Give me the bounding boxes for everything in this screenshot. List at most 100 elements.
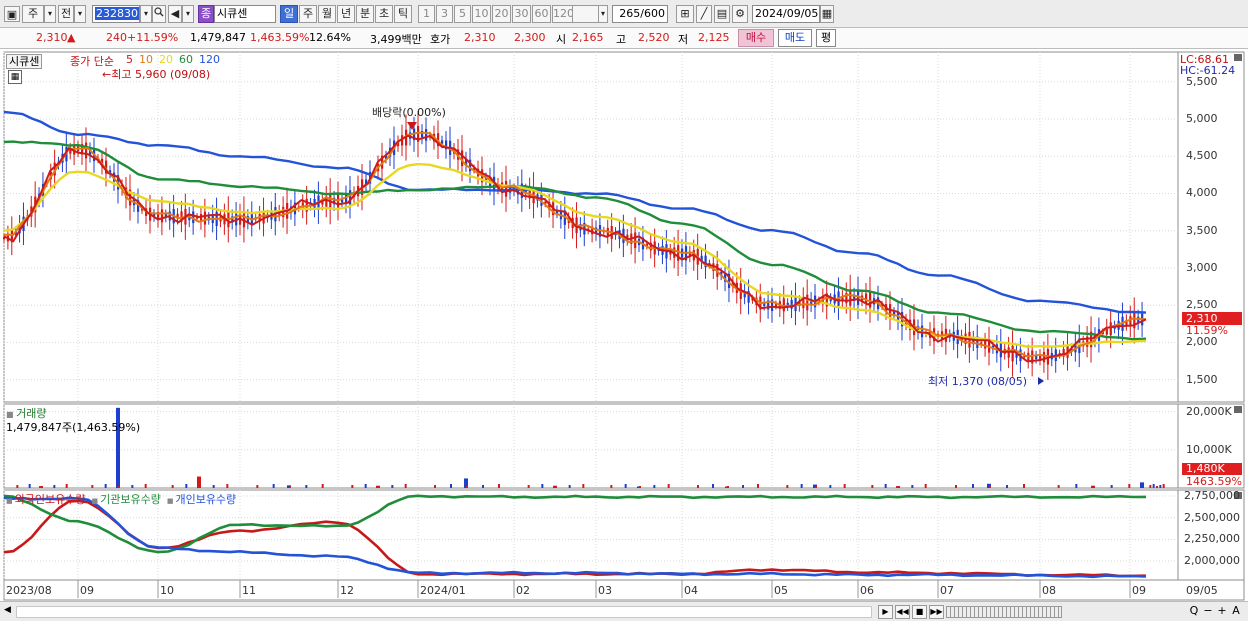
volume-bar: [712, 484, 714, 488]
legend-marker: ■: [91, 497, 99, 505]
ma-legend-item: 5: [126, 53, 133, 66]
volume-note: 1,479,847주(1,463.59%): [6, 421, 141, 434]
volume-bar: [884, 484, 887, 488]
panel-close-icon[interactable]: [1234, 406, 1242, 413]
volume-bar: [924, 484, 927, 488]
volume-bar: [1075, 484, 1078, 488]
volume-bar: [667, 484, 670, 488]
min-price-note: 최저 1,370 (08/05): [928, 375, 1028, 388]
x-axis-label: 03: [598, 584, 612, 597]
candle-body: [85, 142, 88, 159]
volume-bar: [53, 485, 56, 488]
zoom-control-button[interactable]: +: [1216, 604, 1228, 619]
ma-legend-item: 120: [199, 53, 220, 66]
volume-bar: [815, 486, 817, 488]
zoom-control-button[interactable]: Q: [1188, 604, 1200, 619]
price-tick-label: 3,500: [1186, 223, 1218, 237]
holding-legend: ■ 외국인보유수량 ■ 기관보유수량 ■ 개인보유수량: [6, 491, 242, 507]
scroll-left-icon[interactable]: ◀: [4, 605, 14, 619]
scroll-control-button[interactable]: ▶▶: [929, 605, 944, 619]
candle-body: [782, 298, 785, 312]
volume-bar: [498, 484, 500, 488]
candle-body: [857, 290, 860, 305]
table-icon[interactable]: ▦: [8, 70, 22, 84]
legend-marker: ■: [166, 497, 174, 505]
volume-bar: [144, 484, 147, 488]
x-axis-label: 10: [160, 584, 174, 597]
volume-bar: [226, 484, 229, 488]
scroll-control-button[interactable]: ◀◀: [895, 605, 910, 619]
candle-body: [806, 294, 809, 311]
volume-bar: [757, 484, 759, 488]
legend-marker: ■: [6, 497, 13, 505]
x-axis-label: 2023/08: [6, 584, 52, 597]
volume-bar: [871, 485, 874, 488]
volume-bar: [1006, 485, 1008, 488]
volume-bar: [434, 485, 436, 488]
x-axis-label: 02: [516, 584, 530, 597]
volume-bar: [1149, 485, 1152, 488]
volume-bar: [41, 486, 43, 488]
volume-bar: [989, 486, 991, 488]
holding-legend-item: 기관보유수량: [100, 493, 161, 506]
max-price-note: ←최고 5,960 (09/08): [102, 68, 211, 81]
candle-body: [790, 299, 793, 309]
volume-bar: [1023, 484, 1025, 488]
candle-body: [869, 291, 872, 308]
x-axis-label: 08: [1042, 584, 1056, 597]
zoom-control-button[interactable]: A: [1230, 604, 1242, 619]
price-tick-label: 2,500: [1186, 298, 1218, 312]
volume-bar: [65, 484, 68, 488]
volume-bar: [378, 486, 380, 488]
volume-bar: [28, 484, 31, 488]
scroll-track[interactable]: [16, 606, 872, 618]
volume-bar: [91, 485, 94, 488]
ma-legend: 5 10 20 60 120: [126, 53, 226, 66]
ma-legend-item: 10: [139, 53, 153, 66]
volume-bar: [742, 485, 744, 488]
bottom-scrollbar: ◀ ▶ ◀◀ ■ ▶▶ Q − + A: [0, 601, 1248, 621]
volume-bar: [568, 485, 571, 488]
candle-body: [425, 129, 428, 141]
zoom-slider[interactable]: [946, 606, 1062, 618]
candle-body: [849, 290, 852, 306]
volume-bar: [391, 485, 394, 488]
price-tick-label: 4,500: [1186, 149, 1218, 163]
volume-bar: [1093, 486, 1095, 488]
x-axis-label: 09: [80, 584, 94, 597]
volume-bar: [800, 484, 803, 488]
volume-bar: [1057, 485, 1060, 488]
volume-bar: [404, 484, 407, 488]
volume-bar: [955, 485, 957, 488]
volume-bar: [1152, 484, 1155, 488]
holding-tick-label: 2,000,000: [1184, 553, 1240, 567]
candle-body: [634, 232, 637, 249]
volume-bar: [351, 485, 354, 488]
stock-tag: 시큐센: [6, 53, 43, 69]
volume-bar: [1140, 482, 1144, 488]
price-tick-label: 5,500: [1186, 74, 1218, 88]
scroll-control-button[interactable]: ▶: [878, 605, 893, 619]
volume-bar: [697, 485, 699, 488]
x-axis-label: 09: [1132, 584, 1146, 597]
scroll-control-button[interactable]: ■: [912, 605, 927, 619]
zoom-control-button[interactable]: −: [1202, 604, 1214, 619]
volume-bar: [898, 486, 900, 488]
volume-bar: [1159, 485, 1162, 488]
stock-chart[interactable]: [0, 0, 1248, 621]
volume-bar: [450, 484, 452, 488]
holding-tick-label: 2,500,000: [1184, 510, 1240, 524]
volume-bar: [911, 485, 914, 488]
x-axis-band: [3, 579, 1245, 601]
volume-bar: [185, 484, 188, 488]
volume-bar: [1110, 485, 1113, 488]
volume-bar: [843, 484, 846, 488]
price-tick-label: 5,000: [1186, 112, 1218, 126]
panel-close-icon[interactable]: [1234, 54, 1242, 61]
volume-bar: [272, 484, 275, 488]
volume-bar: [289, 486, 291, 488]
price-tick-label: 4,000: [1186, 186, 1218, 200]
candle-body: [1042, 352, 1046, 363]
holding-tick-label: 2,750,000: [1184, 489, 1240, 503]
price-tick-label: 2,000: [1186, 335, 1218, 349]
